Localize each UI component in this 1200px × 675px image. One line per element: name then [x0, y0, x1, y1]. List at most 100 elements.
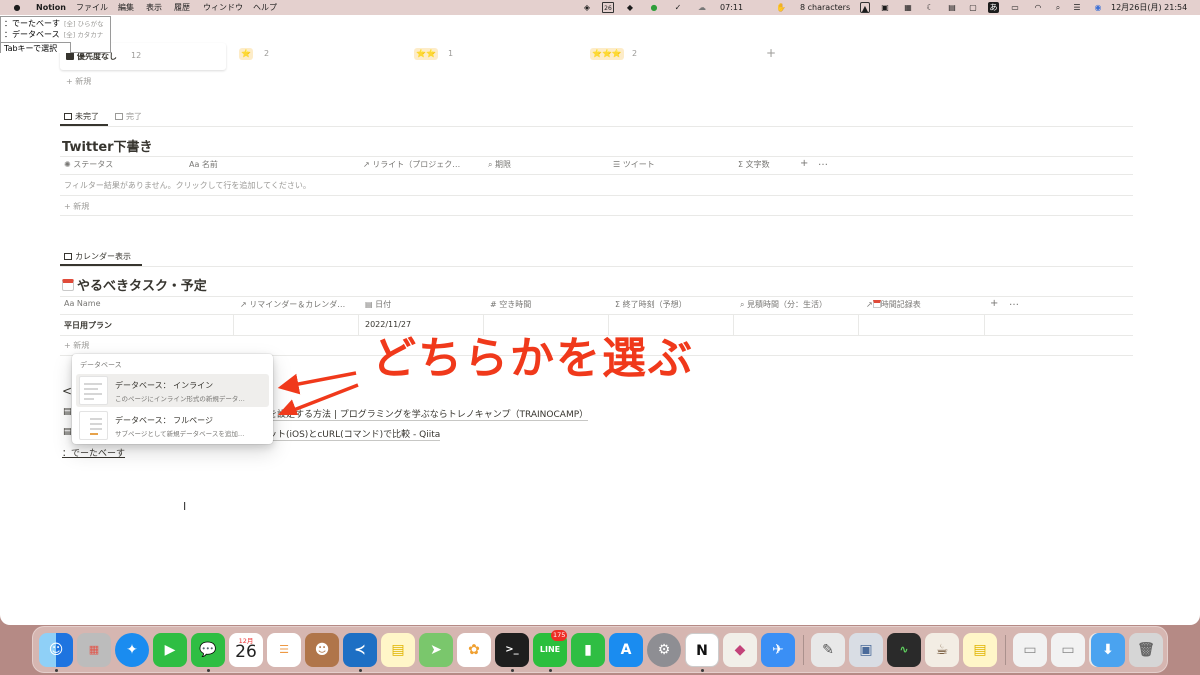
maps-icon[interactable]: ➤	[419, 633, 453, 667]
calendar-app-icon[interactable]: 12月 26	[229, 633, 263, 667]
search-icon[interactable]: ⌕	[1053, 2, 1063, 13]
photos-icon[interactable]: ✿	[457, 633, 491, 667]
col-reminder[interactable]: ↗ リマインダー＆カレンダ…	[240, 299, 345, 310]
battery-icon[interactable]: ▭	[1010, 2, 1020, 13]
timer-text[interactable]: 07:11	[720, 2, 743, 13]
dark-mode-icon[interactable]: ☾	[925, 2, 935, 13]
app-store-icon[interactable]: A	[609, 633, 643, 667]
link-qiita[interactable]: ット(iOS)とcURL(コマンド)で比較 - Qiita	[268, 427, 441, 441]
add-property-icon[interactable]: +	[990, 298, 998, 309]
app-icon[interactable]: ▣	[880, 2, 890, 13]
add-property-icon[interactable]: +	[800, 158, 808, 169]
col-deadline[interactable]: ⌕ 期限	[488, 159, 511, 170]
script-editor-icon[interactable]: ✎	[811, 633, 845, 667]
apple-icon[interactable]: ●	[12, 2, 22, 13]
ime-candidate-hiragana[interactable]: ：でーたべーす [全] ひらがな	[4, 18, 104, 29]
hand-icon[interactable]: ✋	[776, 2, 786, 13]
shield-icon[interactable]: ◈	[581, 2, 593, 13]
affinity-icon[interactable]: ◆	[723, 633, 757, 667]
facetime-icon[interactable]: ▶	[153, 633, 187, 667]
lock-icon[interactable]: ▲	[860, 2, 870, 13]
character-count[interactable]: 8 characters	[800, 2, 850, 13]
twitter-new-row-button[interactable]: + 新規	[64, 201, 89, 212]
menu-edit[interactable]: 編集	[118, 2, 134, 13]
option-fullpage-database[interactable]: データベース： フルページ サブページとして新規データベースを追加…	[76, 409, 269, 442]
menubar-clock[interactable]: 12月26日(月) 21:54	[1111, 2, 1187, 13]
more-options-icon[interactable]: …	[1009, 297, 1019, 308]
menu-window[interactable]: ウィンドウ	[203, 2, 243, 13]
safari-icon[interactable]: ✦	[115, 633, 149, 667]
calendar-icon[interactable]: 26	[602, 2, 614, 13]
star-tag-3[interactable]: ⭐⭐⭐	[590, 48, 624, 60]
add-group-button[interactable]: +	[766, 46, 776, 60]
contacts-icon[interactable]: ☻	[305, 633, 339, 667]
typed-text-line[interactable]: ：でーたべーす	[62, 446, 125, 459]
task-row-date[interactable]: 2022/11/27	[365, 320, 411, 329]
task-row-name[interactable]: 平日用プラン	[64, 320, 112, 331]
dropbox-icon[interactable]: ◆	[624, 2, 636, 13]
menu-file[interactable]: ファイル	[76, 2, 108, 13]
tab-complete[interactable]: 完了	[115, 111, 142, 122]
menu-view[interactable]: 表示	[146, 2, 162, 13]
notes-2-icon[interactable]: ▤	[963, 633, 997, 667]
col-estimate[interactable]: ⌕ 見積時間（分：生活）	[740, 299, 827, 310]
menu-app-notion[interactable]: Notion	[36, 2, 66, 13]
terminal-icon[interactable]: >_	[495, 633, 529, 667]
option-inline-database[interactable]: データベース： インライン このページにインライン形式の新規データ…	[76, 374, 269, 407]
star-tag-1[interactable]: ⭐	[239, 48, 253, 60]
col-task-name[interactable]: Aa Name	[64, 299, 101, 308]
col-date[interactable]: ▤ 日付	[365, 299, 391, 310]
tab-incomplete[interactable]: 未完了	[64, 111, 99, 122]
coffee-icon[interactable]: ☕	[925, 633, 959, 667]
cell-border	[984, 315, 985, 335]
text-prop-icon: Aa	[64, 299, 75, 308]
task-db-title[interactable]: やるべきタスク・予定	[62, 275, 207, 294]
numbers-icon[interactable]: ▮	[571, 633, 605, 667]
document-2-icon[interactable]: ▭	[1051, 633, 1085, 667]
menu-help[interactable]: ヘルプ	[253, 2, 277, 13]
display-icon[interactable]: ▢	[968, 2, 978, 13]
activity-monitor-icon[interactable]: ∿	[887, 633, 921, 667]
notion-icon[interactable]: N	[685, 633, 719, 667]
col-time-log[interactable]: ↗ 時間記録表	[866, 299, 921, 310]
check-icon[interactable]: ✓	[672, 2, 684, 13]
trash-icon[interactable]: 🗑	[1129, 633, 1163, 667]
col-free-time[interactable]: # 空き時間	[490, 299, 531, 310]
col-charcount[interactable]: Σ 文字数	[738, 159, 770, 170]
box-icon[interactable]: ▤	[947, 2, 957, 13]
finder-icon[interactable]: ☺	[39, 633, 73, 667]
user-icon[interactable]: ◉	[1093, 2, 1103, 13]
col-status[interactable]: ✺ ステータス	[64, 159, 113, 170]
menu-history[interactable]: 履歴	[174, 2, 190, 13]
star-tag-2[interactable]: ⭐⭐	[414, 48, 438, 60]
empty-filter-message[interactable]: フィルター結果がありません。クリックして行を追加してください。	[64, 180, 311, 191]
twitter-db-title[interactable]: Twitter下書き	[62, 136, 153, 155]
testflight-icon[interactable]: ✈	[761, 633, 795, 667]
downloads-icon[interactable]: ⬇	[1091, 633, 1125, 667]
col-rewrite[interactable]: ↗ リライト（プロジェク…	[363, 159, 460, 170]
launchpad-icon[interactable]: ▦	[77, 633, 111, 667]
plus-icon: +	[64, 202, 74, 211]
reminders-icon[interactable]: ☰	[267, 633, 301, 667]
preview-icon[interactable]: ▣	[849, 633, 883, 667]
control-center-icon[interactable]: ☰	[1072, 2, 1082, 13]
task-new-row-button[interactable]: + 新規	[64, 340, 89, 351]
more-options-icon[interactable]: …	[818, 157, 828, 168]
system-preferences-icon[interactable]: ⚙	[647, 633, 681, 667]
ime-mode[interactable]: あ	[988, 2, 999, 13]
chat-icon[interactable]: ●	[648, 2, 660, 13]
grid-icon[interactable]: ▦	[903, 2, 913, 13]
wifi-icon[interactable]: ◠	[1032, 2, 1044, 13]
vscode-icon[interactable]: ≺	[343, 633, 377, 667]
notes-icon[interactable]: ▤	[381, 633, 415, 667]
col-tweet[interactable]: ☰ ツイート	[613, 159, 655, 170]
messages-icon[interactable]: 💬	[191, 633, 225, 667]
document-icon[interactable]: ▭	[1013, 633, 1047, 667]
col-name[interactable]: Aa 名前	[189, 159, 218, 170]
col-end-time[interactable]: Σ 終了時刻（予想）	[615, 299, 687, 310]
ime-candidate-katakana[interactable]: ：データベース [全] カタカナ	[4, 29, 103, 40]
cloud-icon[interactable]: ☁	[695, 2, 709, 13]
option-inline-title: データベース： インライン	[115, 381, 214, 390]
tab-calendar-view[interactable]: カレンダー表示	[64, 251, 131, 262]
board-new-button[interactable]: + 新規	[66, 76, 91, 87]
